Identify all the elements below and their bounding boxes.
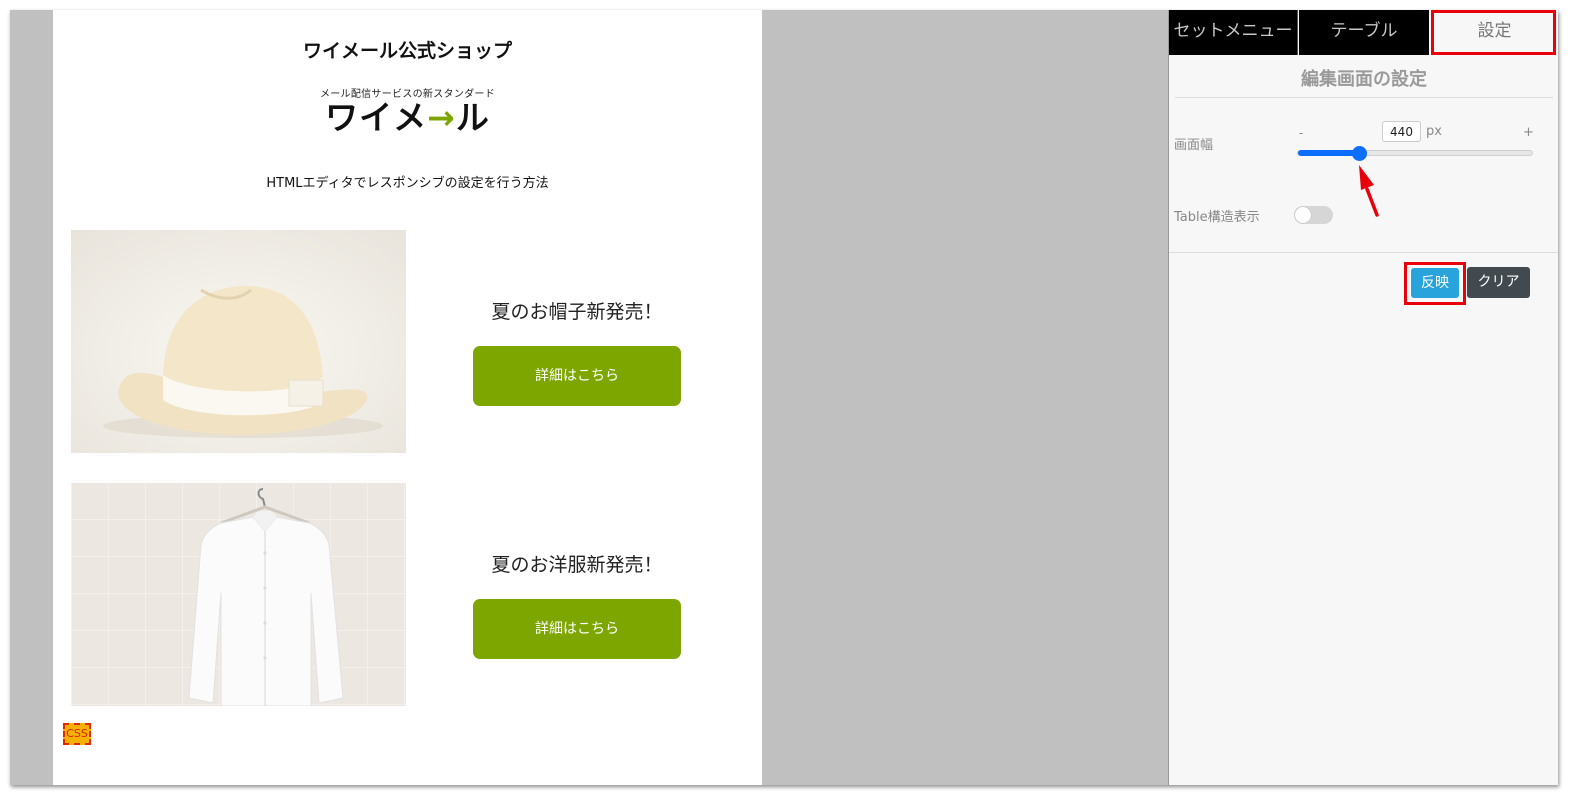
highlight-box-apply-button <box>1404 262 1466 305</box>
highlight-box-settings-tab <box>1431 10 1556 55</box>
product-title: 夏のお洋服新発売！ <box>491 554 663 576</box>
logo-text-right: ル <box>455 98 490 137</box>
shop-title: ワイメール公式ショップ <box>302 40 512 62</box>
slider-thumb[interactable] <box>1351 146 1367 161</box>
settings-panel: セットメニュー テーブル 設定 編集画面の設定 画面幅 - px + Table… <box>1168 10 1558 785</box>
tab-set-menu[interactable]: セットメニュー <box>1169 10 1298 55</box>
toggle-knob <box>1295 207 1311 223</box>
divider <box>1175 97 1553 98</box>
range-min-label: - <box>1299 126 1304 140</box>
logo-arrow: → <box>427 98 456 137</box>
shirt-image[interactable] <box>71 483 406 706</box>
article-subtitle: HTMLエディタでレスポンシブの設定を行う方法 <box>266 176 549 191</box>
logo-text-left: ワイメ <box>325 98 428 137</box>
width-unit: px <box>1426 124 1442 139</box>
details-button[interactable]: 詳細はこちら <box>473 346 681 406</box>
tab-table[interactable]: テーブル <box>1299 10 1429 55</box>
divider <box>1169 252 1558 253</box>
pointer-arrow-icon <box>1359 165 1379 217</box>
screen-width-slider[interactable] <box>1297 146 1533 161</box>
panel-title: 編集画面の設定 <box>1301 69 1427 90</box>
hat-image[interactable] <box>71 230 406 453</box>
editor-window: ワイメール公式ショップ メール配信サービスの新スタンダード ワイメ→ル HTML… <box>10 10 1558 785</box>
range-max-label: + <box>1523 125 1534 140</box>
slider-fill <box>1298 150 1359 156</box>
table-structure-label: Table構造表示 <box>1174 210 1260 225</box>
table-structure-toggle[interactable] <box>1294 206 1333 224</box>
email-preview-canvas[interactable]: ワイメール公式ショップ メール配信サービスの新スタンダード ワイメ→ル HTML… <box>53 10 762 785</box>
screen-width-input[interactable] <box>1382 121 1421 142</box>
css-badge[interactable]: CSS <box>63 723 91 745</box>
logo: ワイメ→ル <box>53 98 762 138</box>
screen-width-label: 画面幅 <box>1174 138 1214 153</box>
product-title: 夏のお帽子新発売！ <box>491 301 663 323</box>
details-button[interactable]: 詳細はこちら <box>473 599 681 659</box>
clear-button[interactable]: クリア <box>1467 267 1530 298</box>
